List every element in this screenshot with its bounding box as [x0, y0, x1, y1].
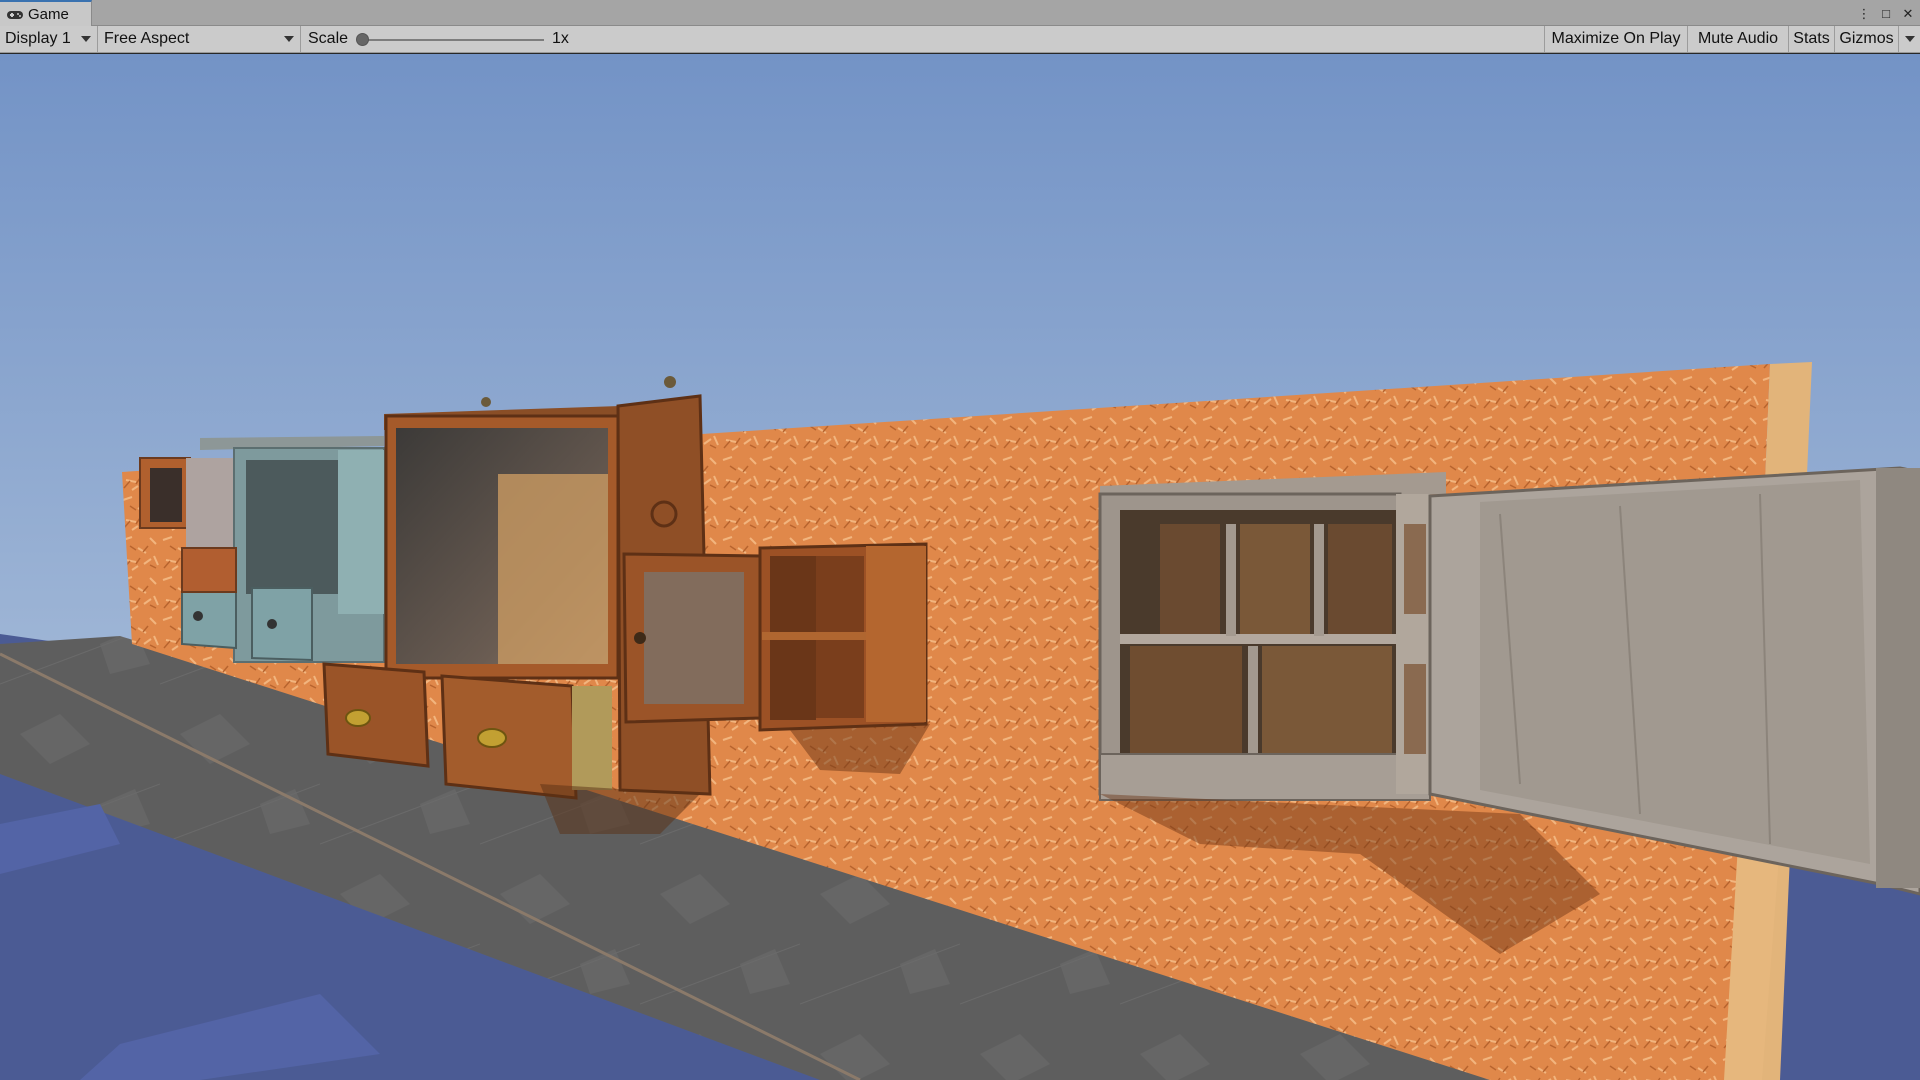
scale-slider-track[interactable]	[362, 39, 544, 41]
stats-toggle[interactable]: Stats	[1788, 26, 1834, 52]
chevron-down-icon	[284, 36, 294, 42]
scale-slider-handle[interactable]	[356, 33, 369, 46]
maximize-icon[interactable]: □	[1878, 5, 1894, 21]
window-controls: ⋮ □ ✕	[1856, 0, 1916, 26]
scale-label: Scale	[308, 30, 349, 47]
close-icon[interactable]: ✕	[1900, 5, 1916, 21]
display-dropdown-label: Display 1	[5, 30, 71, 47]
maximize-on-play-label: Maximize On Play	[1551, 30, 1681, 47]
aspect-dropdown-label: Free Aspect	[104, 30, 190, 47]
gizmos-dropdown[interactable]	[1898, 26, 1920, 52]
editor-tab-bar: Game ⋮ □ ✕	[0, 0, 1920, 26]
tab-label: Game	[28, 5, 69, 23]
chevron-down-icon	[81, 36, 91, 42]
display-dropdown[interactable]: Display 1	[0, 26, 98, 52]
mute-audio-toggle[interactable]: Mute Audio	[1687, 26, 1788, 52]
aspect-dropdown[interactable]: Free Aspect	[99, 26, 301, 52]
mute-audio-label: Mute Audio	[1697, 30, 1779, 47]
gizmos-toggle[interactable]: Gizmos	[1834, 26, 1898, 52]
stats-label: Stats	[1793, 30, 1830, 47]
scene-render	[0, 54, 1920, 1080]
scale-value: 1x	[552, 30, 569, 47]
gamepad-icon	[6, 8, 24, 20]
gizmos-label: Gizmos	[1839, 30, 1894, 47]
maximize-on-play-toggle[interactable]: Maximize On Play	[1544, 26, 1687, 52]
chevron-down-icon	[1905, 36, 1915, 42]
tab-game[interactable]: Game	[0, 0, 92, 26]
game-view-toolbar: Display 1 Free Aspect Scale 1x Maximize …	[0, 26, 1920, 53]
game-viewport[interactable]	[0, 54, 1920, 1080]
more-options-icon[interactable]: ⋮	[1856, 5, 1872, 21]
